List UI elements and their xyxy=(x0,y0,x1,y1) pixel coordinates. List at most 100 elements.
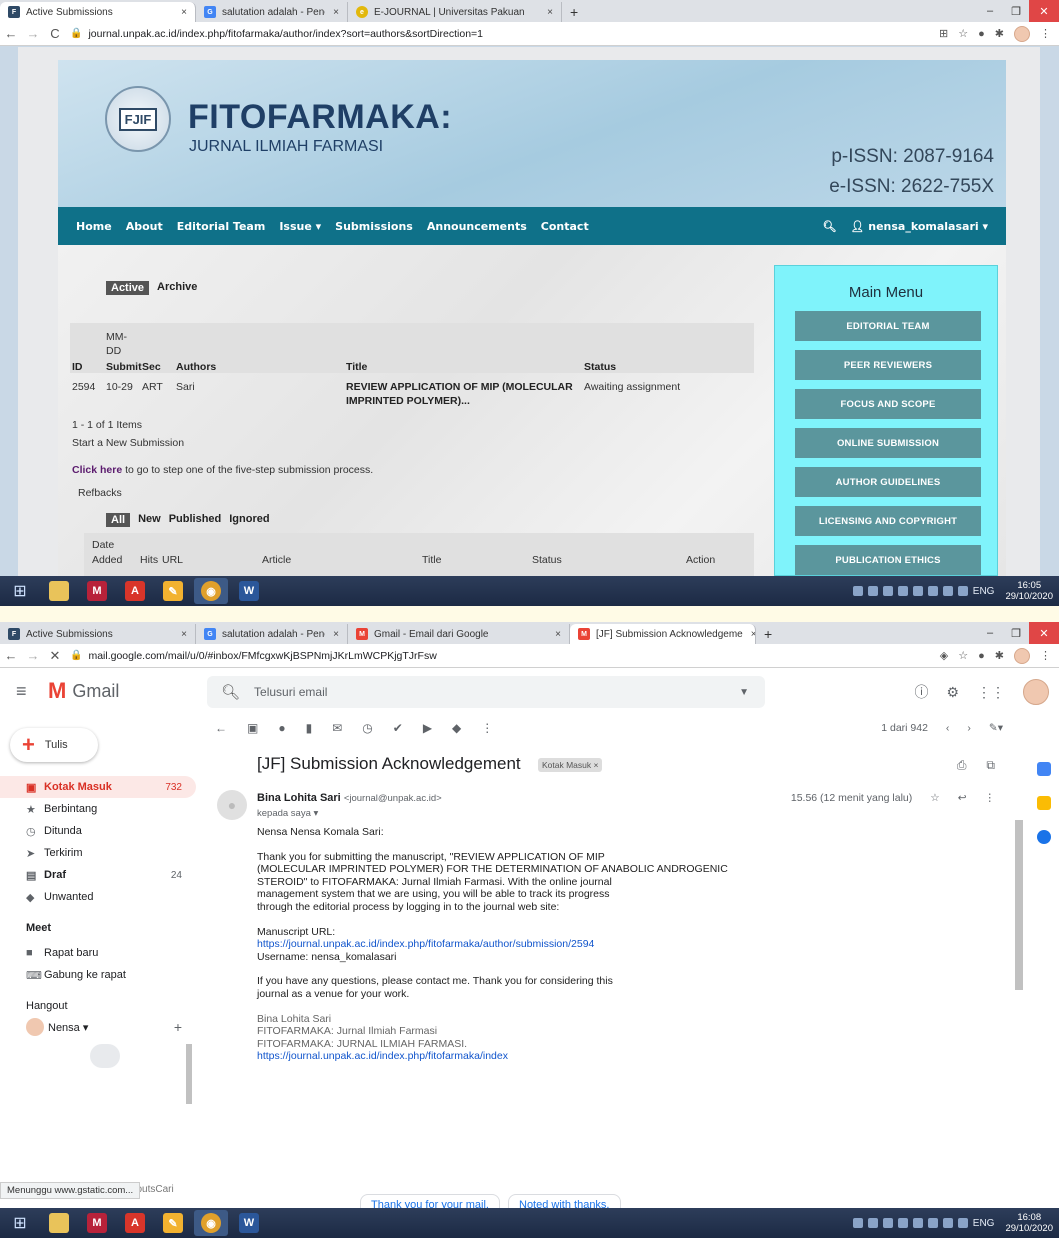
close-window-icon[interactable]: ✕ xyxy=(1029,0,1059,22)
col-status[interactable]: Status xyxy=(584,361,616,373)
language-indicator[interactable]: ENG xyxy=(973,586,995,597)
keep-icon[interactable] xyxy=(1037,796,1051,810)
close-icon[interactable]: × xyxy=(173,629,187,640)
row-title-2[interactable]: IMPRINTED POLYMER)... xyxy=(346,395,470,407)
close-window-icon[interactable]: ✕ xyxy=(1029,622,1059,644)
windows-start-icon[interactable]: ⊞ xyxy=(0,1208,40,1238)
nav-snoozed[interactable]: ◷ Ditunda xyxy=(0,820,196,842)
move-to-icon[interactable]: ▶ xyxy=(423,721,432,735)
more-options-icon[interactable]: ⋮ xyxy=(985,792,996,804)
word-icon[interactable]: W xyxy=(232,578,266,604)
click-here-link[interactable]: Click here xyxy=(72,464,122,476)
nav-about[interactable]: About xyxy=(126,220,163,233)
report-spam-icon[interactable]: ● xyxy=(278,721,285,735)
help-icon[interactable]: ⓘ xyxy=(914,682,928,702)
close-icon[interactable]: × xyxy=(325,629,339,640)
print-icon[interactable]: ⎙ xyxy=(957,758,967,773)
paint-icon[interactable]: ✎ xyxy=(156,578,190,604)
menu-peer-reviewers[interactable]: PEER REVIEWERS xyxy=(795,350,981,380)
word-icon[interactable]: W xyxy=(232,1210,266,1236)
ref-tab-new[interactable]: New xyxy=(138,513,161,527)
new-tab-button[interactable]: + xyxy=(756,624,780,644)
extension-icon[interactable]: ● xyxy=(978,28,985,40)
nav-announcements[interactable]: Announcements xyxy=(427,220,527,233)
ref-tab-ignored[interactable]: Ignored xyxy=(229,513,269,527)
ref-tab-all[interactable]: All xyxy=(106,513,131,527)
tab-archive[interactable]: Archive xyxy=(157,281,197,295)
compose-button[interactable]: + Tulis xyxy=(10,728,98,762)
add-contact-icon[interactable]: + xyxy=(174,1019,182,1035)
menu-dots-icon[interactable]: ⋮ xyxy=(1040,649,1051,662)
tray-icon[interactable] xyxy=(882,1218,893,1228)
search-input[interactable]: 🔍︎ Telusuri email ▼ xyxy=(207,676,765,708)
menu-author-guidelines[interactable]: AUTHOR GUIDELINES xyxy=(795,467,981,497)
explorer-icon[interactable] xyxy=(42,578,76,604)
bookmark-star-icon[interactable]: ☆ xyxy=(958,27,968,40)
close-icon[interactable]: × xyxy=(547,629,561,640)
nav-drafts[interactable]: ▤ Draf 24 xyxy=(0,864,196,886)
labels-icon[interactable]: ◆ xyxy=(452,721,461,735)
minimize-icon[interactable]: – xyxy=(977,0,1003,22)
journal-index-link[interactable]: https://journal.unpak.ac.id/index.php/fi… xyxy=(257,1050,508,1062)
tray-icon[interactable] xyxy=(867,586,878,596)
account-avatar[interactable] xyxy=(1023,679,1049,705)
col-id[interactable]: ID xyxy=(72,361,83,373)
tasks-icon[interactable] xyxy=(1037,830,1051,844)
nav-home[interactable]: Home xyxy=(76,220,112,233)
tab-ejournal[interactable]: e E-JOURNAL | Universitas Pakuan × xyxy=(348,2,562,22)
tray-icon[interactable] xyxy=(912,586,923,596)
extension-icon[interactable]: ● xyxy=(978,650,985,662)
tray-icon[interactable] xyxy=(897,586,908,596)
hamburger-menu-icon[interactable]: ≡ xyxy=(16,681,34,702)
menu-focus-scope[interactable]: FOCUS AND SCOPE xyxy=(795,389,981,419)
puzzle-icon[interactable]: ✱ xyxy=(995,27,1004,40)
forward-icon[interactable]: → xyxy=(22,26,44,41)
close-icon[interactable]: × xyxy=(743,629,755,640)
col-title[interactable]: Title xyxy=(346,361,367,373)
back-arrow-icon[interactable]: ← xyxy=(215,721,227,735)
nav-contact[interactable]: Contact xyxy=(541,220,589,233)
tab-acknowledgement[interactable]: M [JF] Submission Acknowledgeme × xyxy=(570,624,756,644)
nav-inbox[interactable]: ▣ Kotak Masuk 732 xyxy=(0,776,196,798)
archive-icon[interactable]: ▣ xyxy=(247,721,258,735)
menu-editorial-team[interactable]: EDITORIAL TEAM xyxy=(795,311,981,341)
menu-licensing[interactable]: LICENSING AND COPYRIGHT xyxy=(795,506,981,536)
tray-icon[interactable] xyxy=(867,1218,878,1228)
mark-unread-icon[interactable]: ✉ xyxy=(332,721,342,735)
close-icon[interactable]: × xyxy=(173,7,187,18)
app-red-icon[interactable]: M xyxy=(80,1210,114,1236)
chrome-icon[interactable]: ◉ xyxy=(194,1210,228,1236)
input-tools-icon[interactable]: ✎▾ xyxy=(989,722,1003,734)
translate-icon[interactable]: ⊞ xyxy=(939,27,948,40)
tray-icon[interactable] xyxy=(957,1218,968,1228)
nav-sent[interactable]: ➤ Terkirim xyxy=(0,842,196,864)
explorer-icon[interactable] xyxy=(42,1210,76,1236)
profile-avatar[interactable] xyxy=(1014,647,1030,664)
tab-active[interactable]: Active xyxy=(106,281,150,295)
tray-icon[interactable] xyxy=(957,586,968,596)
user-menu[interactable]: 👤︎ nensa_komalasari ▾ xyxy=(850,220,988,233)
tab-google-search[interactable]: G salutation adalah - Penelusuran × xyxy=(196,624,348,644)
search-options-icon[interactable]: ▼ xyxy=(739,687,749,698)
tray-icon[interactable] xyxy=(942,1218,953,1228)
menu-publication-ethics[interactable]: PUBLICATION ETHICS xyxy=(795,545,981,575)
close-icon[interactable]: × xyxy=(325,7,339,18)
sidebar-scrollbar[interactable] xyxy=(186,1044,192,1104)
next-icon[interactable]: › xyxy=(967,722,971,734)
url-field[interactable]: 🔒 mail.google.com/mail/u/0/#inbox/FMfcgx… xyxy=(70,647,932,665)
add-task-icon[interactable]: ✔ xyxy=(393,721,403,735)
col-sec[interactable]: Sec xyxy=(142,361,161,373)
sender-name[interactable]: Bina Lohita Sari xyxy=(257,792,341,804)
tray-icon[interactable] xyxy=(852,586,863,596)
tracking-icon[interactable]: ◈ xyxy=(940,649,948,662)
back-icon[interactable]: ← xyxy=(0,26,22,41)
search-icon[interactable]: 🔍︎ xyxy=(221,683,240,701)
col-submit[interactable]: Submit xyxy=(106,361,142,373)
settings-gear-icon[interactable]: ⚙ xyxy=(946,684,959,701)
clock[interactable]: 16:08 29/10/2020 xyxy=(1005,1212,1053,1234)
apps-grid-icon[interactable]: ⋮⋮ xyxy=(977,684,1005,701)
gmail-logo[interactable]: M Gmail xyxy=(48,678,119,704)
reload-icon[interactable]: C xyxy=(44,26,66,41)
calendar-icon[interactable] xyxy=(1037,762,1051,776)
manuscript-url-link[interactable]: https://journal.unpak.ac.id/index.php/fi… xyxy=(257,938,594,950)
